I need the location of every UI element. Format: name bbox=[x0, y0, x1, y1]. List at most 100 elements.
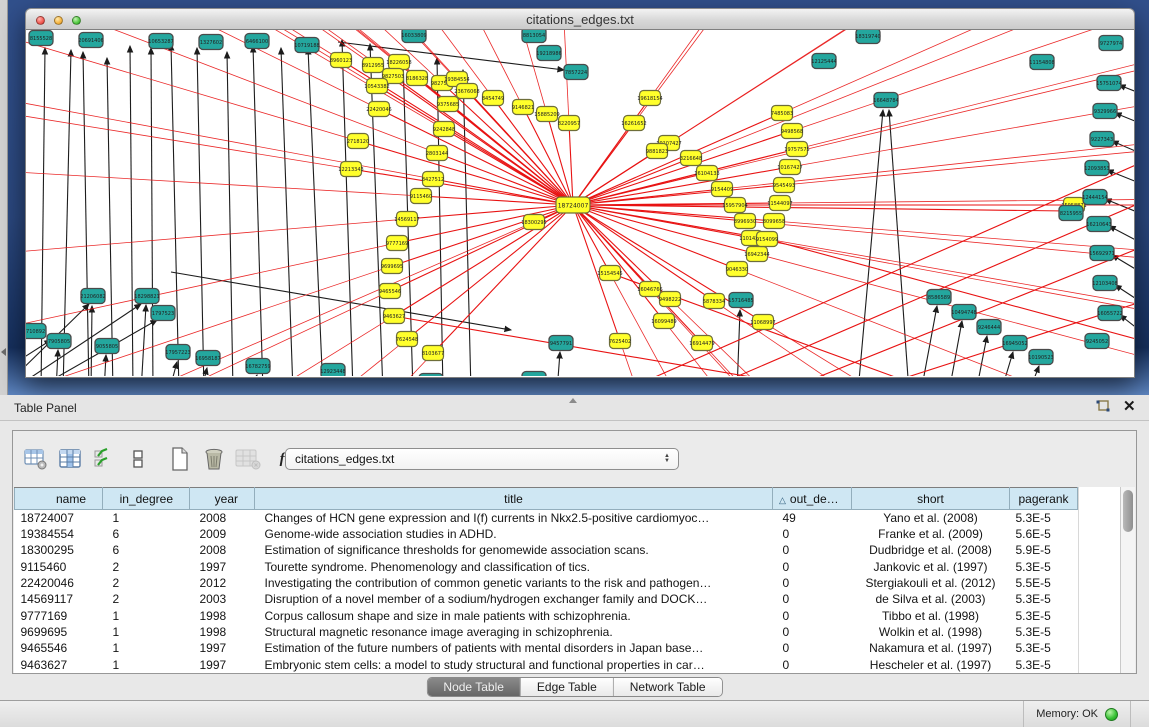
graph-node[interactable]: 16945052 bbox=[1002, 336, 1027, 351]
column-header-title[interactable]: title bbox=[255, 488, 773, 510]
graph-node[interactable]: 9146821 bbox=[512, 100, 534, 115]
graph-node[interactable]: 9055805 bbox=[95, 339, 119, 354]
graph-node[interactable]: 21206082 bbox=[80, 289, 105, 304]
graph-node[interactable]: 19757575 bbox=[784, 142, 809, 157]
graph-node[interactable]: 5878334 bbox=[703, 294, 725, 309]
graph-node[interactable]: 9329966 bbox=[1093, 104, 1117, 119]
graph-node[interactable]: 9154099 bbox=[756, 232, 778, 247]
table-row[interactable]: 1872400712008Changes of HCN gene express… bbox=[15, 510, 1078, 526]
graph-node[interactable]: 8103677 bbox=[422, 346, 444, 361]
graph-node[interactable]: 15957904 bbox=[722, 198, 747, 213]
graph-node[interactable]: 8454749 bbox=[482, 91, 504, 106]
table-row[interactable]: 977716911998Corpus callosum shape and si… bbox=[15, 608, 1078, 624]
graph-node[interactable]: 12093853 bbox=[1084, 161, 1109, 176]
graph-node[interactable]: 19218986 bbox=[536, 46, 561, 61]
graph-node[interactable]: 9463627 bbox=[383, 309, 405, 324]
graph-node[interactable]: 16958187 bbox=[195, 351, 220, 366]
tab-network-table[interactable]: Network Table bbox=[613, 678, 722, 696]
graph-node[interactable]: 12213343 bbox=[338, 162, 363, 177]
graph-node[interactable]: 6466100 bbox=[245, 34, 269, 49]
graph-node[interactable]: 10719188 bbox=[294, 38, 319, 53]
graph-node[interactable]: 16055722 bbox=[1097, 306, 1122, 321]
graph-node[interactable]: 1797523 bbox=[151, 306, 175, 321]
graph-node[interactable]: 22420046 bbox=[366, 102, 391, 117]
graph-node[interactable]: 20691406 bbox=[78, 33, 103, 48]
graph-node[interactable]: 9881823 bbox=[646, 144, 668, 159]
graph-node[interactable]: 16782759 bbox=[245, 359, 270, 374]
graph-node[interactable]: 11154808 bbox=[1029, 55, 1054, 70]
graph-node[interactable]: 9046330 bbox=[726, 262, 748, 277]
graph-node[interactable]: 16261652 bbox=[621, 116, 646, 131]
graph-node[interactable]: 8186328 bbox=[406, 71, 428, 86]
graph-node[interactable]: 9115460 bbox=[410, 189, 432, 204]
table-row[interactable]: 969969511998Structural magnetic resonanc… bbox=[15, 624, 1078, 640]
graph-node[interactable]: 1327602 bbox=[199, 35, 223, 50]
graph-node[interactable]: 9246444 bbox=[977, 320, 1001, 335]
graph-node[interactable]: 12125444 bbox=[811, 54, 836, 69]
table-row[interactable]: 1938455462009Genome-wide association stu… bbox=[15, 526, 1078, 542]
graph-node[interactable]: 18319740 bbox=[855, 30, 880, 44]
graph-node[interactable]: 8996930 bbox=[734, 214, 756, 229]
graph-node[interactable]: 10190744 bbox=[418, 374, 443, 377]
graph-node[interactable]: 10543382 bbox=[364, 79, 389, 94]
graph-node[interactable]: 15692971 bbox=[1089, 246, 1114, 261]
graph-node[interactable]: 7625402 bbox=[609, 334, 631, 349]
table-selector-combobox[interactable]: citations_edges.txt ▲ ▼ bbox=[285, 448, 679, 470]
graph-node[interactable]: 9465546 bbox=[379, 284, 401, 299]
graph-node[interactable]: 12923448 bbox=[320, 364, 345, 377]
table-row[interactable]: 1830029562008Estimation of significance … bbox=[15, 542, 1078, 558]
graph-node[interactable]: 23676068 bbox=[454, 84, 479, 99]
graph-node[interactable]: 2803144 bbox=[426, 146, 448, 161]
graph-node[interactable]: 9227343 bbox=[1090, 132, 1114, 147]
network-window[interactable]: citations_edges.txt 89601238912955182260… bbox=[25, 8, 1135, 378]
table-row[interactable]: 2242004622012Investigating the contribut… bbox=[15, 575, 1078, 591]
graph-node[interactable]: 16942344 bbox=[744, 247, 769, 262]
splitter-handle-icon[interactable] bbox=[569, 398, 577, 403]
graph-node[interactable]: 16210643 bbox=[1086, 217, 1111, 232]
graph-node[interactable]: 16099489 bbox=[651, 314, 676, 329]
graph-node[interactable]: 16914479 bbox=[689, 336, 714, 351]
graph-hub-node[interactable]: 18724007 bbox=[556, 197, 590, 213]
column-header-name[interactable]: name bbox=[15, 488, 103, 510]
graph-node[interactable]: 8215955 bbox=[1059, 206, 1083, 221]
graph-node[interactable]: 11544097 bbox=[767, 196, 792, 211]
graph-node[interactable]: 18300295 bbox=[521, 215, 546, 230]
left-panel-gutter[interactable] bbox=[0, 0, 8, 395]
graph-node[interactable]: 9245052 bbox=[1085, 334, 1109, 349]
column-header-pagerank[interactable]: pagerank bbox=[1010, 488, 1078, 510]
row-height-icon[interactable] bbox=[123, 444, 153, 474]
graph-node[interactable]: 10167427 bbox=[777, 160, 802, 175]
graph-node[interactable]: 10494748 bbox=[951, 305, 976, 320]
table-settings-icon[interactable] bbox=[21, 444, 51, 474]
table-row[interactable]: 946362711997Embryonic stem cells: a mode… bbox=[15, 657, 1078, 673]
column-header-short[interactable]: short bbox=[852, 488, 1010, 510]
column-header-year[interactable]: year bbox=[190, 488, 255, 510]
graph-node[interactable]: 15751074 bbox=[1096, 76, 1121, 91]
table-row[interactable]: 911546021997Tourette syndrome. Phenomeno… bbox=[15, 559, 1078, 575]
graph-node[interactable]: 7905805 bbox=[47, 334, 71, 349]
graph-node[interactable]: 9498568 bbox=[781, 124, 803, 139]
graph-node[interactable]: 2718120 bbox=[347, 134, 369, 149]
graph-node[interactable]: 10653287 bbox=[148, 34, 173, 49]
graph-node[interactable]: 10190523 bbox=[1028, 350, 1053, 365]
new-document-icon[interactable] bbox=[165, 444, 195, 474]
graph-node[interactable]: 7485083 bbox=[771, 106, 793, 121]
graph-node[interactable]: 16104133 bbox=[694, 166, 719, 181]
graph-node[interactable]: 12444154 bbox=[1082, 190, 1107, 205]
collapse-panel-icon[interactable] bbox=[1, 348, 6, 356]
graph-node[interactable]: 8220957 bbox=[558, 116, 580, 131]
graph-node[interactable]: 17957223 bbox=[165, 345, 190, 360]
table-row[interactable]: 946554611997Estimation of the future num… bbox=[15, 640, 1078, 656]
graph-node[interactable]: 16033809 bbox=[401, 30, 426, 43]
graph-node[interactable]: 9150749 bbox=[522, 372, 546, 377]
graph-node[interactable]: 3216648 bbox=[680, 151, 702, 166]
graph-node[interactable]: 9498222 bbox=[659, 292, 681, 307]
graph-node[interactable]: 15154545 bbox=[597, 266, 622, 281]
graph-node[interactable]: 7857224 bbox=[564, 65, 588, 80]
column-header-out_de[interactable]: △out_de… bbox=[773, 488, 852, 510]
graph-node[interactable]: 9457791 bbox=[549, 336, 573, 351]
graph-node[interactable]: 9699695 bbox=[381, 259, 403, 274]
graph-node[interactable]: 7624548 bbox=[396, 332, 418, 347]
graph-node[interactable]: 18298821 bbox=[134, 289, 159, 304]
table-vertical-scrollbar[interactable] bbox=[1120, 487, 1135, 673]
